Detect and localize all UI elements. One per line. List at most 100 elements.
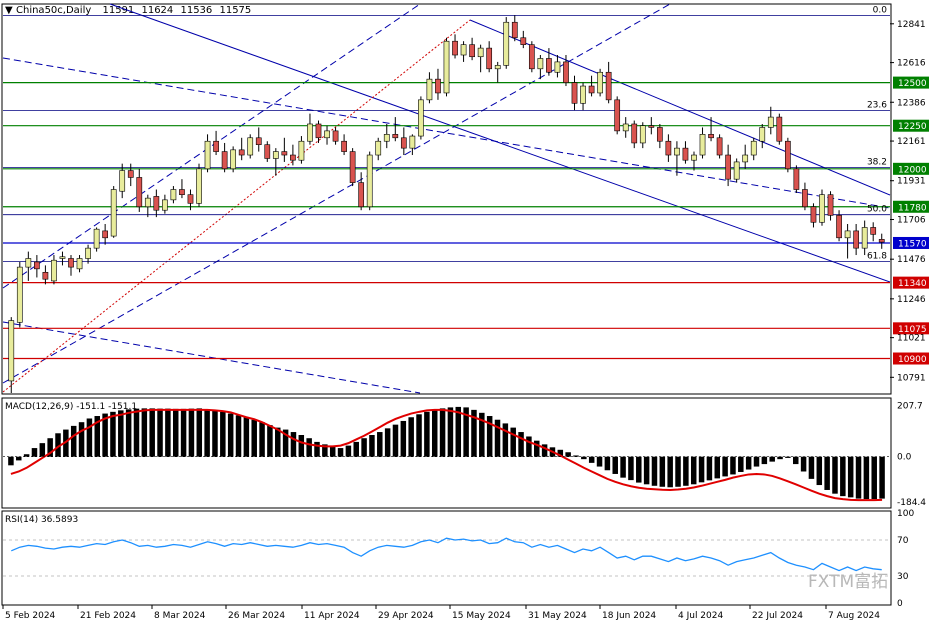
macd-histogram-bar — [337, 448, 344, 457]
macd-histogram-bar — [636, 456, 642, 483]
macd-histogram-bar — [39, 443, 46, 457]
time-axis: 5 Feb 2024 21 Feb 2024 8 Mar 2024 26 Mar 20… — [2, 605, 880, 621]
macd-histogram-bar — [879, 456, 885, 499]
macd-histogram-bar — [369, 435, 375, 457]
macd-histogram-bar — [165, 408, 171, 457]
candle-body — [358, 182, 365, 208]
candle-body — [230, 149, 237, 170]
time-tick-label: 31 May 2024 — [528, 611, 587, 621]
candle-body — [221, 151, 228, 170]
candle-body — [699, 134, 706, 156]
macd-label: MACD(12,26,9) -151.1 -151.1 — [5, 402, 137, 412]
candle-body — [16, 266, 23, 323]
macd-histogram-bar — [588, 456, 595, 463]
rsi-tick-label: 100 — [897, 509, 914, 519]
level-tag-text-12250: 12250 — [898, 122, 927, 132]
macd-histogram-bar — [16, 456, 22, 461]
candle-body — [725, 154, 731, 180]
symbol-label: China50c,Daily — [16, 5, 91, 16]
macd-histogram-bar — [604, 456, 611, 471]
time-tick-label: 29 Apr 2024 — [378, 611, 434, 621]
macd-histogram-bar — [133, 408, 140, 457]
rsi-label: RSI(14) 36.5893 — [5, 515, 78, 525]
candle-body — [861, 227, 868, 249]
candle-body — [793, 168, 800, 190]
candle-body — [179, 189, 185, 195]
time-tick-label: 18 Jun 2024 — [602, 611, 656, 621]
candle-body — [691, 154, 697, 161]
candle-body — [34, 261, 40, 270]
candle-body — [528, 44, 535, 70]
time-tick-label: 22 Jul 2024 — [752, 611, 803, 621]
candle-body — [588, 85, 595, 94]
candle-body — [85, 247, 91, 259]
candle-body — [486, 47, 493, 70]
candle-body — [392, 134, 399, 139]
macd-histogram-bar — [78, 422, 85, 457]
candle-body — [511, 21, 518, 39]
macd-histogram-bar — [847, 456, 854, 498]
macd-histogram-bar — [86, 418, 93, 457]
candle-body — [878, 239, 885, 243]
macd-histogram-bar — [714, 456, 721, 479]
macd-histogram-bar — [275, 427, 281, 457]
macd-histogram-bar — [31, 448, 38, 457]
price-chart[interactable]: ▼ China50c,Daily 11591 11624 11536 11575… — [0, 0, 936, 624]
macd-histogram-bar — [196, 408, 203, 457]
level-tag-text-12000: 12000 — [898, 165, 927, 175]
macd-histogram-bar — [180, 408, 187, 457]
candle-body — [639, 125, 646, 144]
high-value: 11624 — [141, 5, 173, 16]
watermark-logo: FXTM富拓 — [808, 572, 888, 592]
price-tick-label: 11706 — [897, 216, 926, 226]
candle-body — [315, 123, 322, 139]
price-tick-label: 11931 — [897, 177, 926, 187]
candle-body — [614, 99, 621, 132]
candle-body — [8, 320, 15, 382]
candle-body — [819, 194, 825, 223]
macd-histogram-bar — [753, 456, 760, 467]
candle-body — [708, 134, 714, 139]
macd-histogram-bar — [565, 452, 571, 457]
candle-body — [272, 151, 279, 159]
macd-histogram-bar — [816, 456, 823, 486]
candle-body — [51, 259, 57, 282]
candle-body — [631, 123, 638, 144]
time-tick-label: 5 Feb 2024 — [5, 611, 56, 621]
macd-histogram-bar — [698, 456, 705, 483]
candle-body — [563, 61, 569, 83]
candle-body — [418, 99, 424, 137]
candle-body — [332, 130, 339, 142]
macd-histogram-bar — [353, 441, 359, 457]
candle-body — [767, 116, 774, 128]
macd-histogram-bar — [871, 456, 877, 500]
candle-body — [810, 206, 817, 223]
candle-body — [648, 125, 655, 128]
candle-body — [110, 189, 117, 237]
candle-body — [443, 40, 450, 94]
macd-histogram-bar — [23, 454, 30, 457]
candle-body — [674, 147, 680, 156]
candle-body — [750, 140, 757, 156]
macd-histogram-bar — [792, 456, 799, 465]
candle-body — [460, 44, 467, 56]
candle-body — [494, 65, 501, 70]
candle-body — [204, 140, 211, 170]
macd-histogram-bar — [832, 456, 838, 494]
macd-histogram-bar — [220, 411, 226, 457]
macd-histogram-bar — [259, 422, 265, 457]
candle-body — [716, 137, 723, 156]
macd-histogram-bar — [643, 456, 650, 485]
macd-histogram-bar — [628, 456, 634, 481]
candle-body — [341, 140, 347, 152]
fib-label-38.2: 38.2 — [867, 158, 887, 168]
candle-body — [742, 154, 749, 163]
price-tick-label: 12841 — [897, 20, 926, 30]
price-tick-label: 12161 — [897, 137, 926, 147]
macd-histogram-bar — [416, 414, 422, 457]
candle-body — [503, 21, 510, 66]
macd-histogram-bar — [722, 456, 728, 477]
dropdown-triangle-icon[interactable]: ▼ — [5, 5, 13, 16]
macd-histogram-bar — [118, 410, 124, 457]
candle-body — [196, 168, 202, 204]
